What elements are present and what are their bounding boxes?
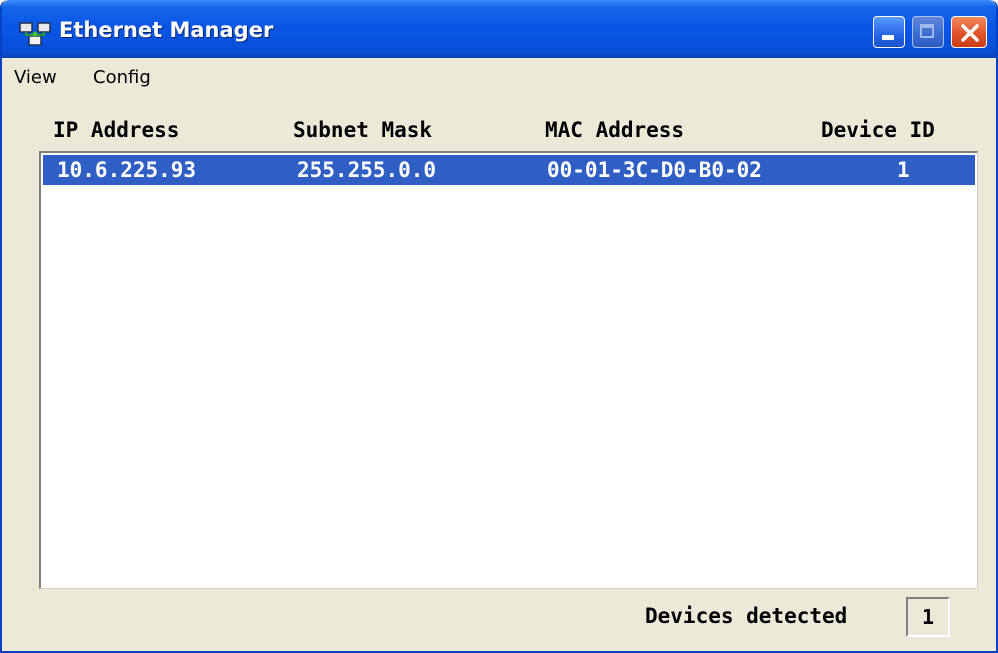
list-header: IP Address Subnet Mask MAC Address Devic… <box>39 113 978 151</box>
maximize-icon <box>920 24 934 38</box>
column-header-ip-address[interactable]: IP Address <box>53 118 179 142</box>
minimize-icon <box>882 35 894 40</box>
column-header-subnet-mask[interactable]: Subnet Mask <box>293 118 432 142</box>
maximize-button[interactable] <box>912 16 944 48</box>
close-icon <box>961 24 979 42</box>
device-list[interactable]: IP Address Subnet Mask MAC Address Devic… <box>39 113 978 589</box>
cell-mac-address: 00-01-3C-D0-B0-02 <box>547 158 762 182</box>
devices-detected-count: 1 <box>906 597 950 637</box>
network-icon <box>19 22 51 46</box>
list-body[interactable]: 10.6.225.93 255.255.0.0 00-01-3C-D0-B0-0… <box>39 151 978 589</box>
cell-subnet-mask: 255.255.0.0 <box>297 158 437 182</box>
column-header-device-id[interactable]: Device ID <box>821 118 935 142</box>
cell-ip-address: 10.6.225.93 <box>57 158 197 182</box>
window-title: Ethernet Manager <box>59 18 274 42</box>
close-button[interactable] <box>951 16 987 48</box>
devices-detected-label: Devices detected <box>645 604 848 628</box>
menu-view[interactable]: View <box>14 67 57 88</box>
title-bar[interactable]: Ethernet Manager <box>2 0 996 58</box>
column-header-mac-address[interactable]: MAC Address <box>545 118 684 142</box>
minimize-button[interactable] <box>873 16 905 48</box>
menu-config[interactable]: Config <box>93 67 151 88</box>
table-row[interactable]: 10.6.225.93 255.255.0.0 00-01-3C-D0-B0-0… <box>43 155 975 185</box>
cell-device-id: 1 <box>897 158 910 182</box>
menu-bar: View Config <box>2 58 996 98</box>
ethernet-manager-window: Ethernet Manager View Config IP Address … <box>0 0 998 653</box>
